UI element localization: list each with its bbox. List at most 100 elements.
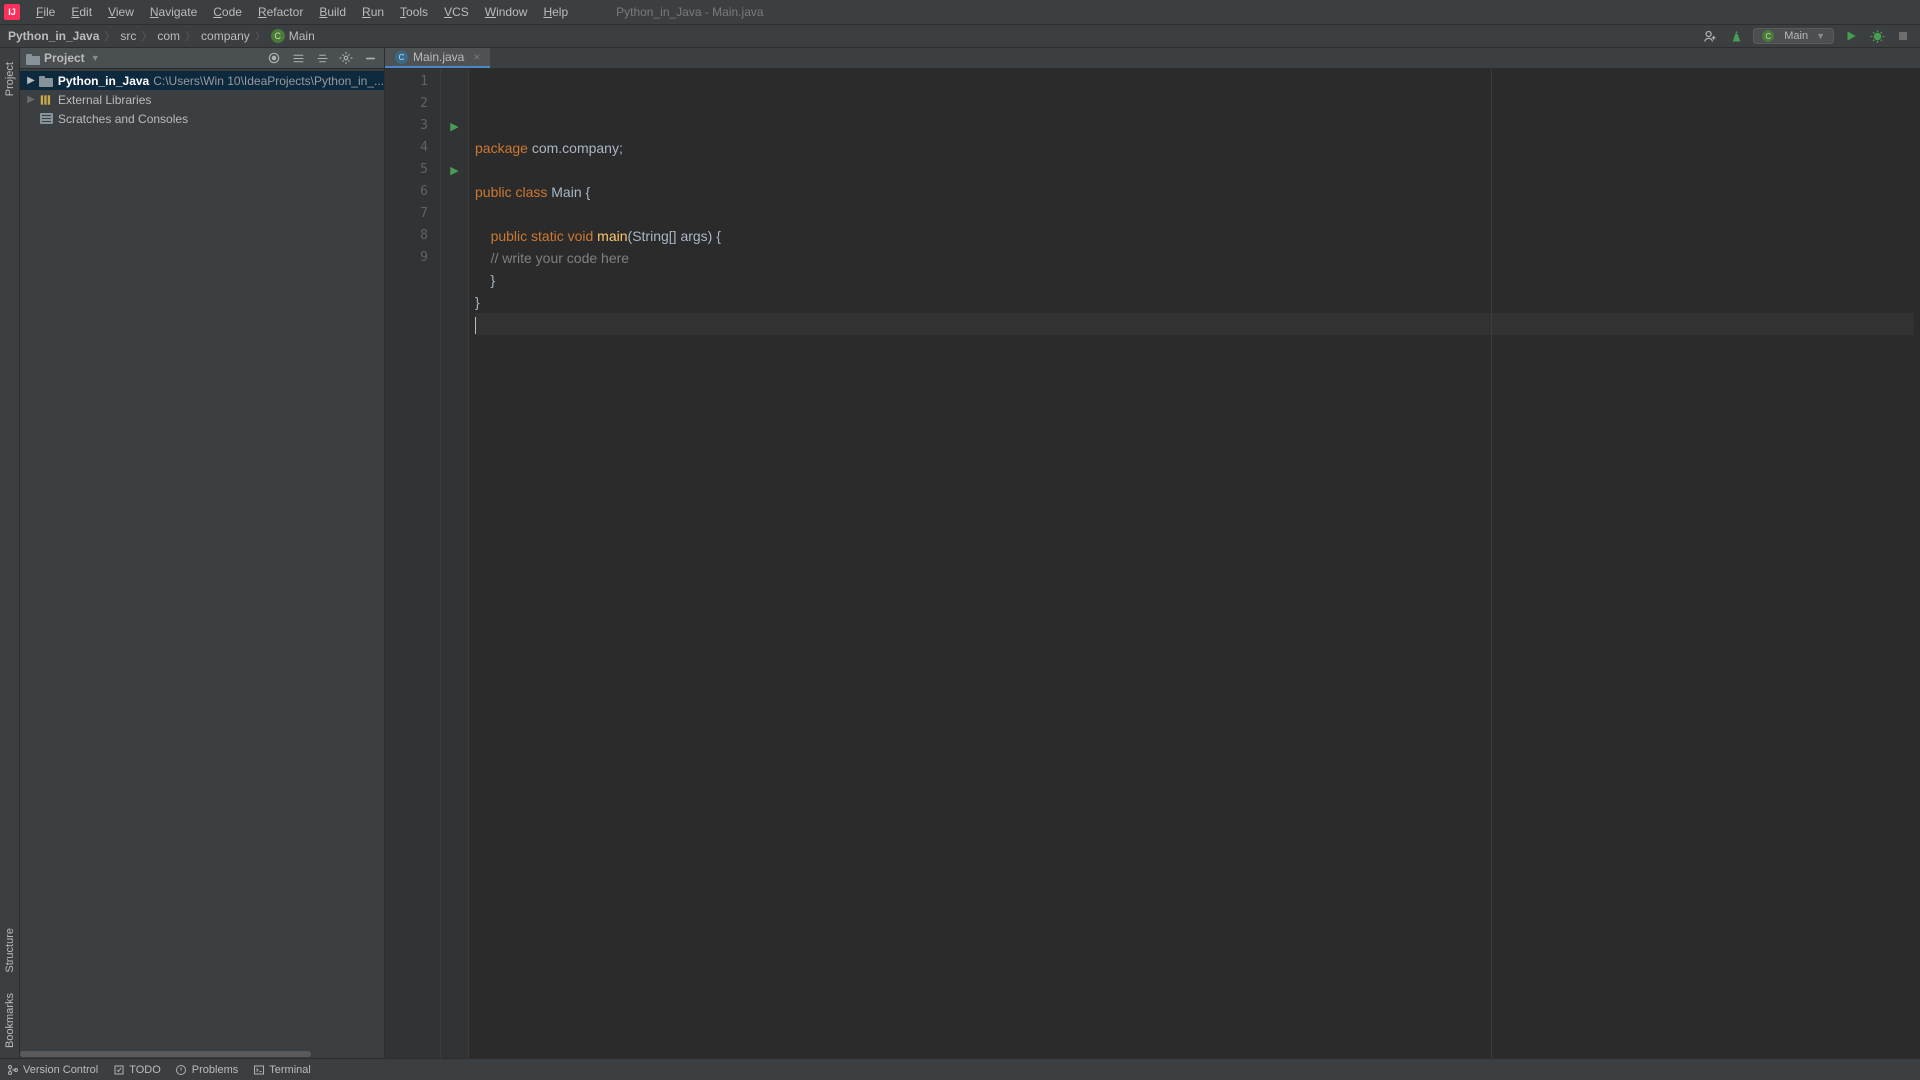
expand-all-icon[interactable] (290, 50, 306, 66)
breadcrumb-segment[interactable]: com (157, 29, 180, 43)
menu-help[interactable]: Help (535, 5, 576, 19)
menu-view[interactable]: View (100, 5, 142, 19)
code-line[interactable]: public class Main { (475, 181, 1914, 203)
gutter-marker[interactable] (441, 247, 468, 269)
project-panel: Project ▼ ▶ Python_in_Java C:\Users\Win … (20, 48, 385, 1058)
code-line[interactable]: } (475, 269, 1914, 291)
debug-button[interactable] (1868, 27, 1886, 45)
gutter-marker[interactable] (441, 203, 468, 225)
project-header: Project ▼ (20, 48, 384, 69)
breadcrumb-separator-icon: 〉 (255, 28, 266, 44)
menu-file[interactable]: File (28, 5, 63, 19)
collapse-all-icon[interactable] (314, 50, 330, 66)
java-class-icon: C (395, 51, 408, 64)
project-view-title[interactable]: Project (44, 51, 85, 65)
run-config-selector[interactable]: C Main ▼ (1753, 28, 1834, 44)
tree-external-libraries[interactable]: ▶ External Libraries (20, 90, 384, 109)
editor-area: C Main.java × 123456789 ▶▶ package com.c… (385, 48, 1920, 1058)
gutter-marker[interactable] (441, 71, 468, 93)
breadcrumb-segment[interactable]: src (120, 29, 136, 43)
select-opened-file-icon[interactable] (266, 50, 282, 66)
line-number[interactable]: 6 (385, 181, 440, 203)
code-line[interactable]: package com.company; (475, 137, 1914, 159)
menu-navigate[interactable]: Navigate (142, 5, 205, 19)
tree-scratches[interactable]: Scratches and Consoles (20, 109, 384, 128)
run-gutter-icon[interactable]: ▶ (450, 120, 458, 133)
code-line[interactable] (475, 159, 1914, 181)
line-number-gutter[interactable]: 123456789 (385, 69, 441, 1058)
marker-gutter[interactable]: ▶▶ (441, 69, 469, 1058)
menu-tools[interactable]: Tools (392, 5, 436, 19)
user-icon[interactable] (1701, 27, 1719, 45)
bottom-tool-problems[interactable]: Problems (175, 1063, 238, 1076)
breadcrumb-segment[interactable]: company (201, 29, 250, 43)
left-tool-rail: Project (0, 48, 20, 1058)
line-number[interactable]: 7 (385, 203, 440, 225)
breadcrumb-segment[interactable]: Python_in_Java (8, 29, 99, 43)
project-tree[interactable]: ▶ Python_in_Java C:\Users\Win 10\IdeaPro… (20, 69, 384, 1050)
menu-refactor[interactable]: Refactor (250, 5, 311, 19)
run-gutter-icon[interactable]: ▶ (450, 164, 458, 177)
menu-vcs[interactable]: VCS (436, 5, 477, 19)
hide-icon[interactable] (362, 50, 378, 66)
gutter-marker[interactable] (441, 181, 468, 203)
project-rail-label: Project (4, 62, 16, 96)
expand-arrow-icon[interactable]: ▶ (24, 94, 38, 105)
editor-tabs: C Main.java × (385, 48, 1920, 69)
chevron-down-icon[interactable]: ▼ (91, 53, 100, 63)
code-line[interactable] (475, 203, 1914, 225)
tree-root-node[interactable]: ▶ Python_in_Java C:\Users\Win 10\IdeaPro… (20, 71, 384, 90)
bookmarks-tool-button[interactable]: Bookmarks (2, 983, 18, 1058)
line-number[interactable]: 5 (385, 159, 440, 181)
breadcrumb-class[interactable]: Main (289, 29, 315, 43)
settings-icon[interactable] (338, 50, 354, 66)
app-icon: IJ (4, 4, 20, 20)
menu-window[interactable]: Window (477, 5, 536, 19)
code-line[interactable]: public static void main(String[] args) { (475, 225, 1914, 247)
stop-button[interactable] (1894, 27, 1912, 45)
version-control-icon (6, 1063, 19, 1076)
menu-run[interactable]: Run (354, 5, 392, 19)
tree-scrollbar[interactable] (20, 1050, 384, 1058)
line-number[interactable]: 2 (385, 93, 440, 115)
line-number[interactable]: 1 (385, 71, 440, 93)
line-number[interactable]: 4 (385, 137, 440, 159)
menu-code[interactable]: Code (205, 5, 250, 19)
code-editor[interactable]: package com.company; public class Main {… (469, 69, 1920, 1058)
editor-body: 123456789 ▶▶ package com.company; public… (385, 69, 1920, 1058)
line-number[interactable]: 9 (385, 247, 440, 269)
menu-build[interactable]: Build (311, 5, 354, 19)
line-number[interactable]: 3 (385, 115, 440, 137)
class-icon: C (1762, 30, 1774, 42)
gutter-marker[interactable]: ▶ (441, 115, 468, 137)
gutter-marker[interactable]: ▶ (441, 159, 468, 181)
expand-arrow-icon[interactable]: ▶ (24, 75, 38, 86)
gutter-marker[interactable] (441, 225, 468, 247)
scratches-icon (38, 113, 54, 124)
bottom-tool-todo[interactable]: TODO (112, 1063, 161, 1076)
gutter-marker[interactable] (441, 93, 468, 115)
code-line[interactable]: // write your code here (475, 247, 1914, 269)
module-icon (38, 75, 54, 86)
scratches-label: Scratches and Consoles (58, 112, 188, 126)
library-icon (38, 93, 54, 107)
navigation-bar: Python_in_Java〉src〉com〉company〉CMain C M… (0, 24, 1920, 48)
tab-label: Main.java (413, 50, 464, 64)
build-icon[interactable] (1727, 27, 1745, 45)
bottom-tool-terminal[interactable]: Terminal (252, 1063, 311, 1076)
breadcrumb-separator-icon: 〉 (104, 28, 115, 44)
structure-tool-button[interactable]: Structure (2, 918, 18, 983)
close-icon[interactable]: × (473, 50, 480, 64)
run-button[interactable] (1842, 27, 1860, 45)
editor-tab-main[interactable]: C Main.java × (385, 48, 490, 68)
project-tool-button[interactable]: Project (2, 54, 18, 104)
scrollbar-thumb[interactable] (20, 1051, 311, 1057)
bottom-tool-bar: Version Control TODO Problems Terminal (0, 1058, 1920, 1080)
code-line[interactable]: } (475, 291, 1914, 313)
code-line[interactable] (475, 313, 1914, 335)
line-number[interactable]: 8 (385, 225, 440, 247)
bottom-tool-version-control[interactable]: Version Control (6, 1063, 98, 1076)
menu-edit[interactable]: Edit (63, 5, 100, 19)
breadcrumb[interactable]: Python_in_Java〉src〉com〉company〉CMain (8, 28, 1701, 44)
gutter-marker[interactable] (441, 137, 468, 159)
